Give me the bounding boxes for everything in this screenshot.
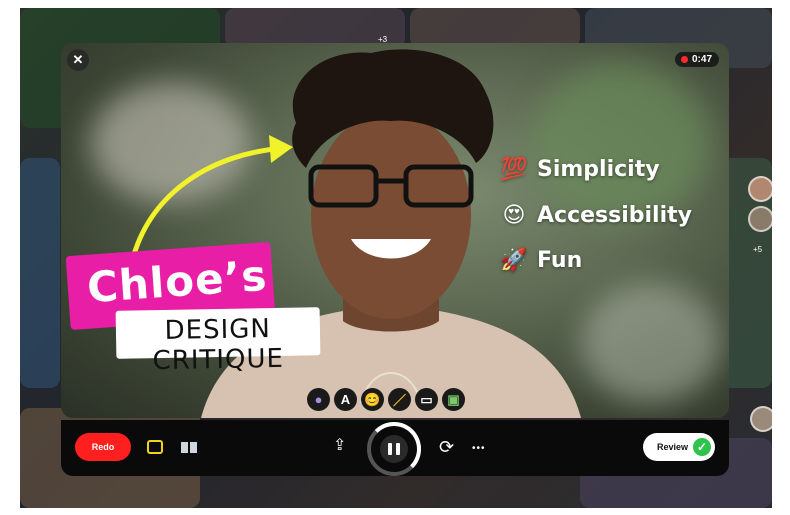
pause-icon [380, 435, 408, 463]
recording-controls: Redo ⇪ ⟳ ••• Review ✓ [61, 420, 729, 476]
review-label: Review [656, 442, 688, 452]
participant-avatar[interactable] [750, 406, 772, 432]
emoji-tool-icon[interactable]: 😊 [361, 388, 384, 411]
pen-tool-icon[interactable]: ／ [388, 388, 411, 411]
recording-dot-icon [680, 56, 688, 63]
flip-camera-icon[interactable]: ⟳ [439, 438, 454, 456]
redo-button[interactable]: Redo [75, 433, 131, 461]
close-icon[interactable]: ✕ [67, 49, 89, 71]
keyword-label: Fun [537, 248, 583, 273]
board-tool-icon[interactable]: ▭ [415, 388, 438, 411]
participant-avatar[interactable] [748, 176, 772, 202]
keyword-fun: 🚀 Fun [499, 248, 582, 273]
review-button[interactable]: Review ✓ [643, 433, 715, 461]
hundred-points-icon: 💯 [500, 157, 528, 182]
check-icon: ✓ [693, 438, 711, 456]
keyword-simplicity: 💯 Simplicity [499, 157, 660, 182]
image-tool-icon[interactable]: ▣ [442, 388, 465, 411]
keyword-accessibility: 😍 Accessibility [499, 203, 692, 228]
side-badge: +5 [753, 245, 763, 254]
pause-button[interactable] [367, 422, 421, 476]
more-options-icon[interactable]: ••• [472, 441, 486, 457]
upload-icon[interactable]: ⇪ [333, 438, 346, 454]
pause-bar [388, 443, 392, 455]
video-preview: ✕ 0:47 Chloe’s DESIGN CRITIQUE 💯 Simplic… [61, 43, 729, 418]
rocket-icon: 🚀 [500, 248, 528, 273]
keyword-label: Simplicity [537, 157, 660, 182]
book-icon[interactable] [180, 440, 198, 454]
participant-avatar[interactable] [748, 206, 772, 232]
timer-label: 0:47 [691, 54, 712, 65]
text-tool-icon[interactable]: A [334, 388, 357, 411]
subtitle-banner-text: DESIGN CRITIQUE [152, 314, 285, 377]
note-icon[interactable] [147, 440, 163, 454]
heart-eyes-icon: 😍 [502, 203, 526, 228]
creative-toolbar: ● A 😊 ／ ▭ ▣ [307, 388, 465, 411]
effects-tool-icon[interactable]: ● [307, 388, 330, 411]
pause-bar [396, 443, 400, 455]
keyword-label: Accessibility [537, 203, 692, 228]
recording-timer: 0:47 [674, 52, 719, 67]
